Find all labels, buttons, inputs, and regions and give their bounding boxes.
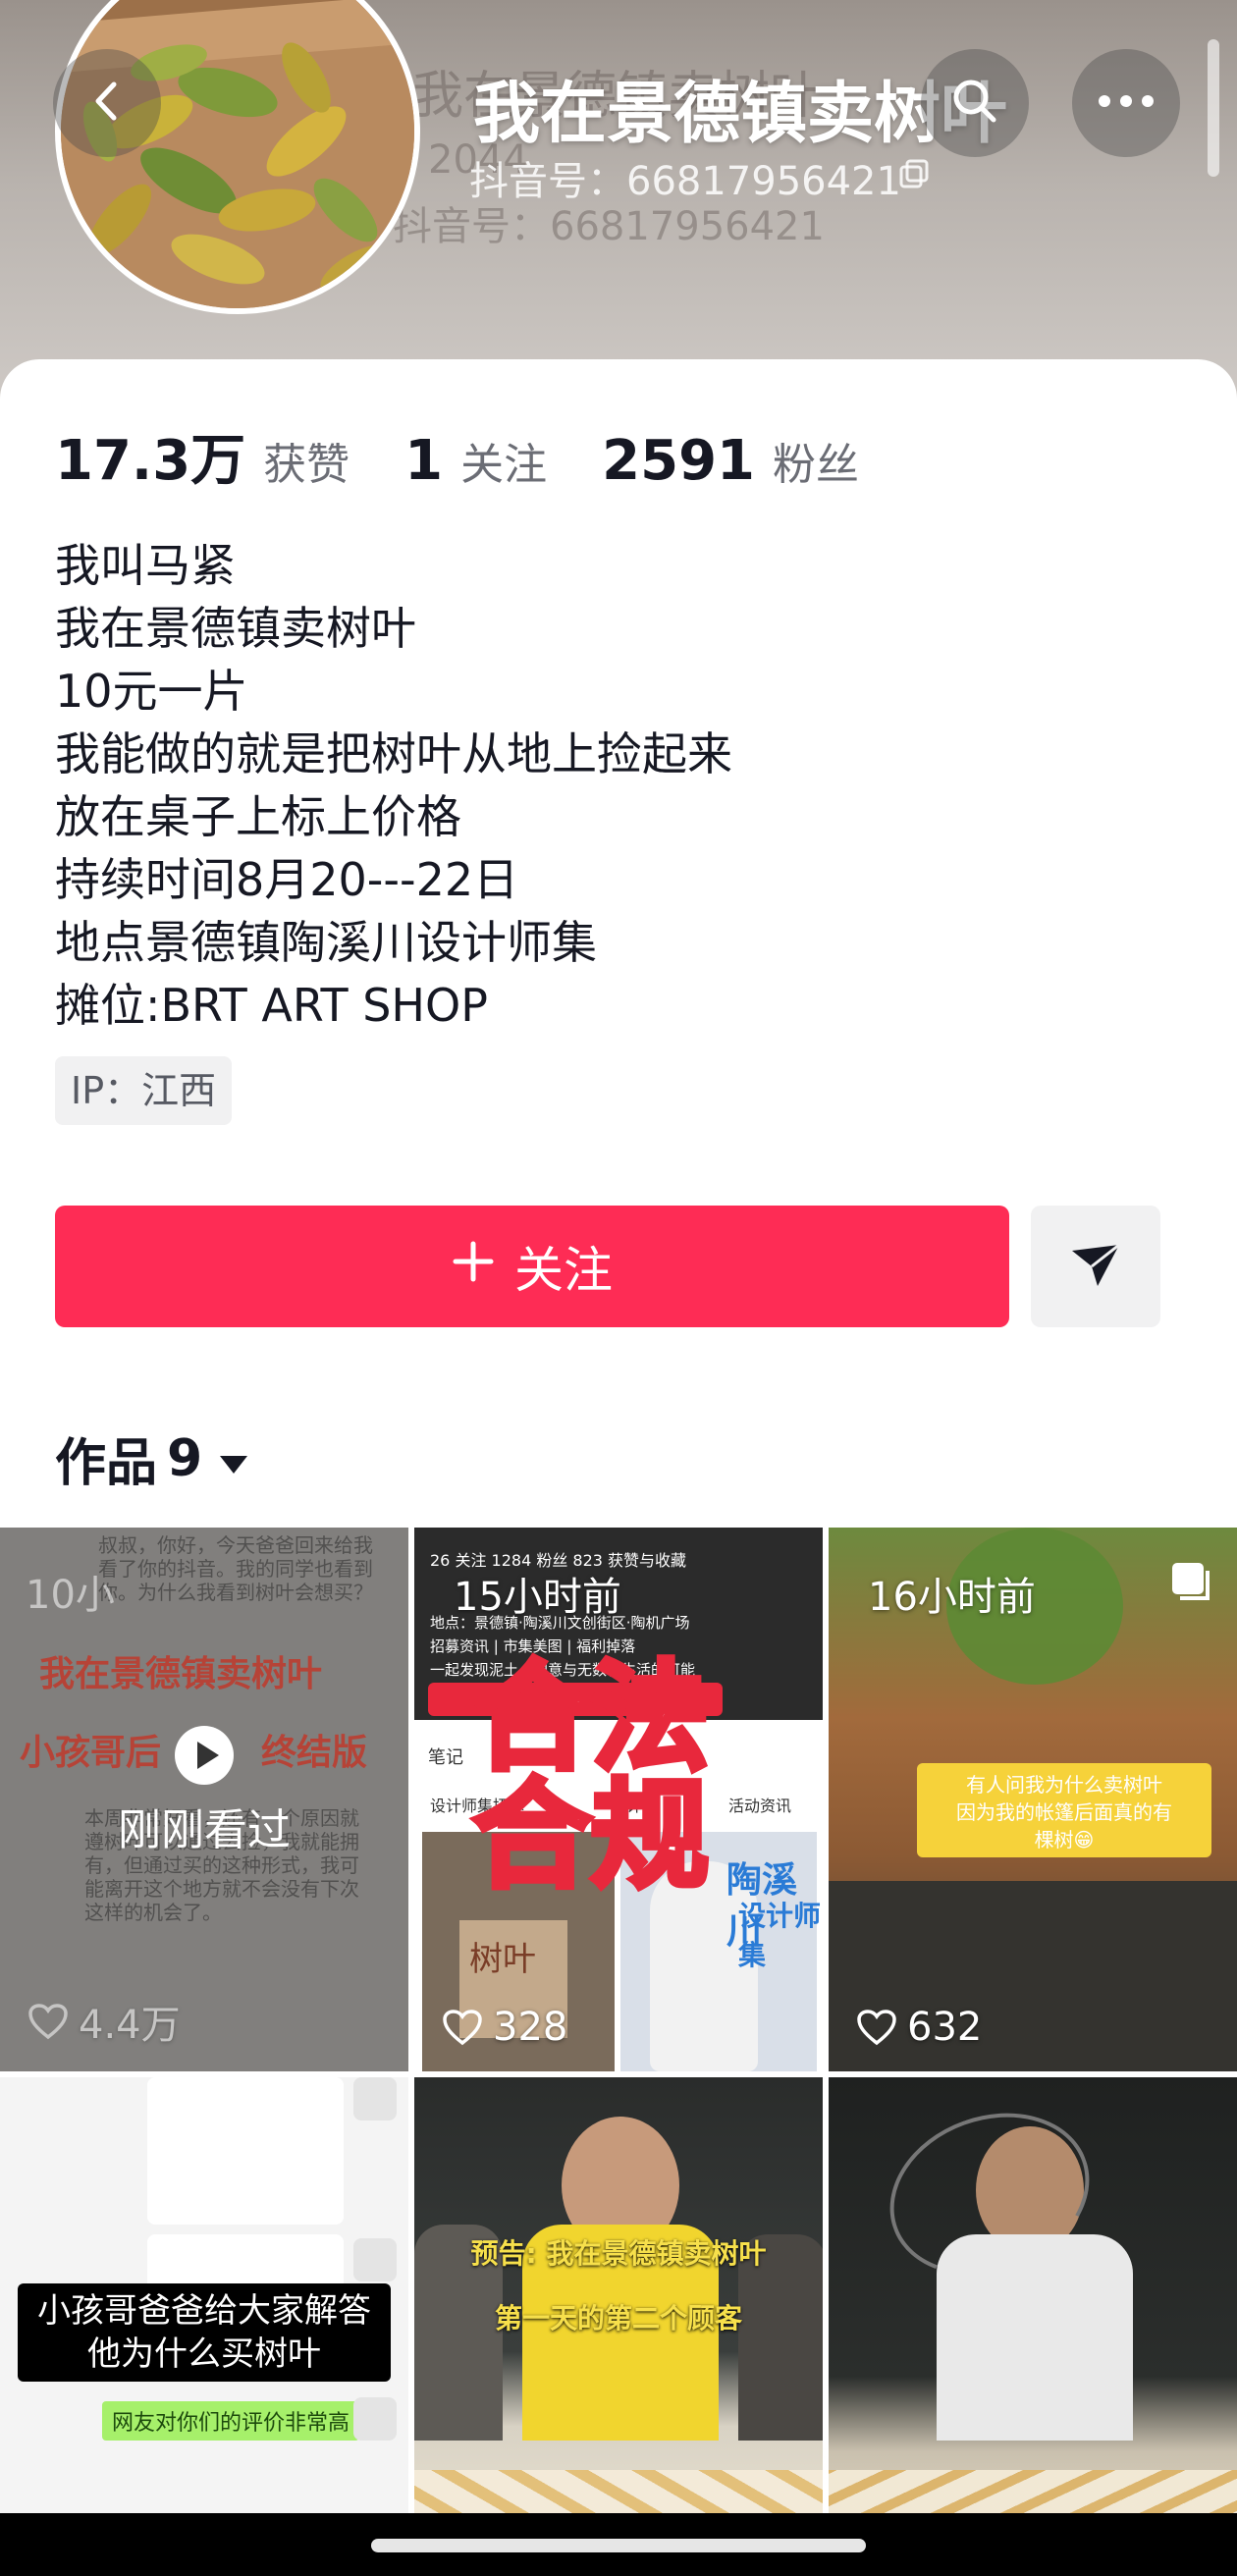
followers-count[interactable]: 2591 — [602, 429, 755, 493]
chevron-left-icon — [82, 77, 132, 130]
avatar[interactable] — [55, 0, 420, 314]
search-button[interactable] — [921, 49, 1029, 157]
play-icon — [173, 1724, 236, 1791]
follow-button[interactable]: 关注 — [55, 1206, 1009, 1327]
video-tile[interactable]: 预告: 我在景德镇卖树叶 第一天的第二个顾客 — [414, 2077, 823, 2576]
caret-down-icon — [218, 1429, 249, 1488]
tile-text: 活动资讯 — [728, 1797, 792, 1815]
tile-text: 叔叔，你好，今天爸爸回来给我 — [98, 1533, 373, 1557]
home-indicator[interactable] — [371, 2539, 866, 2552]
tile-text: 设计师集 — [738, 1900, 822, 1971]
bio: 我叫马紧 我在景德镇卖树叶 10元一片 我能做的就是把树叶从地上捡起来 放在桌子… — [55, 534, 732, 1037]
ip-location-tag: IP：江西 — [55, 1056, 233, 1125]
tile-overlay-text: 合规 — [470, 1768, 712, 1905]
plus-icon — [452, 1238, 495, 1295]
video-tile[interactable] — [829, 2077, 1237, 2576]
follow-label: 关注 — [514, 1242, 613, 1299]
likes-count-tile: 328 — [493, 2005, 568, 2050]
following-count[interactable]: 1 — [404, 429, 443, 493]
following-label[interactable]: 关注 — [460, 429, 547, 492]
bio-line: 放在桌子上标上价格 — [55, 790, 461, 843]
works-count: 9 — [167, 1428, 203, 1488]
video-grid: 叔叔，你好，今天爸爸回来给我 看了你的抖音。我的同学也看到 你。为什么我看到树叶… — [0, 1528, 1237, 2576]
tile-caption: 棵树😁 — [1034, 1828, 1095, 1852]
tile-time: 16小时前 — [868, 1575, 1036, 1620]
gallery-icon — [1168, 1559, 1213, 1608]
video-tile[interactable]: 小孩哥爸爸给大家解答 他为什么买树叶 网友对你们的评价非常高 — [0, 2077, 408, 2576]
bio-line: 我在景德镇卖树叶 — [55, 602, 416, 655]
tile-text: 看了你的抖音。我的同学也看到 — [98, 1557, 373, 1581]
tile-caption: 第一天的第二个顾客 — [494, 2302, 742, 2334]
tile-text: 你。为什么我看到树叶会想买？ — [98, 1581, 373, 1604]
tile-comment: 网友对你们的评价非常高 — [102, 2401, 360, 2441]
bio-line: 摊位:BRT ART SHOP — [55, 979, 488, 1032]
tile-caption: 他为什么买树叶 — [87, 2334, 321, 2374]
back-button[interactable] — [53, 49, 161, 157]
bio-line: 10元一片 — [55, 665, 248, 718]
video-tile[interactable]: 有人问我为什么卖树叶 因为我的帐篷后面真的有 棵树😁 16小时前 632 — [829, 1528, 1237, 2071]
watched-label: 刚刚看过 — [118, 1805, 291, 1855]
search-icon — [947, 74, 1002, 133]
share-button[interactable] — [1031, 1206, 1160, 1327]
heart-icon — [857, 2010, 896, 2046]
scrollbar[interactable] — [1208, 39, 1219, 177]
works-label: 作品 — [55, 1434, 158, 1493]
tile-overlay-text: 合法 — [470, 1650, 712, 1787]
tile-likes: 328 — [442, 2005, 567, 2050]
bio-line: 持续时间8月20---22日 — [55, 853, 519, 906]
copy-icon[interactable] — [897, 157, 931, 190]
tile-text: 树叶 — [469, 1940, 536, 1979]
more-dots-icon — [1097, 93, 1156, 113]
video-tile[interactable]: 26 关注 1284 粉丝 823 获赞与收藏 地点：景德镇·陶溪川文创街区·陶… — [414, 1528, 823, 2071]
douyin-id: 抖音号：66817956421 — [469, 159, 901, 204]
tile-caption: 因为我的帐篷后面真的有 — [956, 1800, 1172, 1824]
more-button[interactable] — [1072, 49, 1180, 157]
tile-time: 15小时前 — [454, 1575, 621, 1620]
profile-stats: 17.3万 获赞 1 关注 2591 粉丝 — [55, 416, 914, 496]
tile-likes: 4.4万 — [27, 1993, 181, 2050]
tile-title: 我在景德镇卖树叶 — [39, 1654, 323, 1694]
likes-count[interactable]: 17.3万 — [55, 416, 245, 496]
heart-icon — [28, 2004, 68, 2040]
tile-caption: 预告: 我在景德镇卖树叶 — [470, 2237, 767, 2270]
tile-caption: 有人问我为什么卖树叶 — [966, 1773, 1162, 1797]
heart-icon — [443, 2010, 482, 2046]
tile-time: 10小 — [26, 1573, 115, 1618]
profile-card: 17.3万 获赞 1 关注 2591 粉丝 我叫马紧 我在景德镇卖树叶 10元一… — [0, 359, 1237, 1533]
tile-text: 这样的机会了。 — [84, 1901, 222, 1924]
video-tile[interactable]: 叔叔，你好，今天爸爸回来给我 看了你的抖音。我的同学也看到 你。为什么我看到树叶… — [0, 1528, 408, 2071]
send-icon — [1068, 1237, 1123, 1296]
profile-header: 我在景德镇卖树叶 2044 抖音号：66817956421 我在景德镇卖树叶 抖… — [0, 0, 1237, 412]
bio-line: 我叫马紧 — [55, 539, 236, 592]
likes-count-tile: 4.4万 — [79, 2003, 181, 2048]
tile-likes: 632 — [856, 2005, 982, 2050]
likes-count-tile: 632 — [907, 2005, 983, 2050]
tile-text: 能离开这个地方就不会没有下次 — [84, 1877, 359, 1901]
followers-label[interactable]: 粉丝 — [773, 429, 859, 492]
tile-text: 笔记 — [428, 1747, 463, 1768]
bio-line: 我能做的就是把树叶从地上捡起来 — [55, 727, 732, 780]
bio-line: 地点景德镇陶溪川设计师集 — [55, 916, 597, 969]
tile-title: 终结版 — [261, 1733, 368, 1773]
likes-label[interactable]: 获赞 — [263, 429, 350, 492]
tile-caption: 小孩哥爸爸给大家解答 — [37, 2291, 371, 2331]
works-tab[interactable]: 作品 9 — [55, 1422, 249, 1495]
tile-title: 小孩哥后 — [20, 1733, 162, 1773]
